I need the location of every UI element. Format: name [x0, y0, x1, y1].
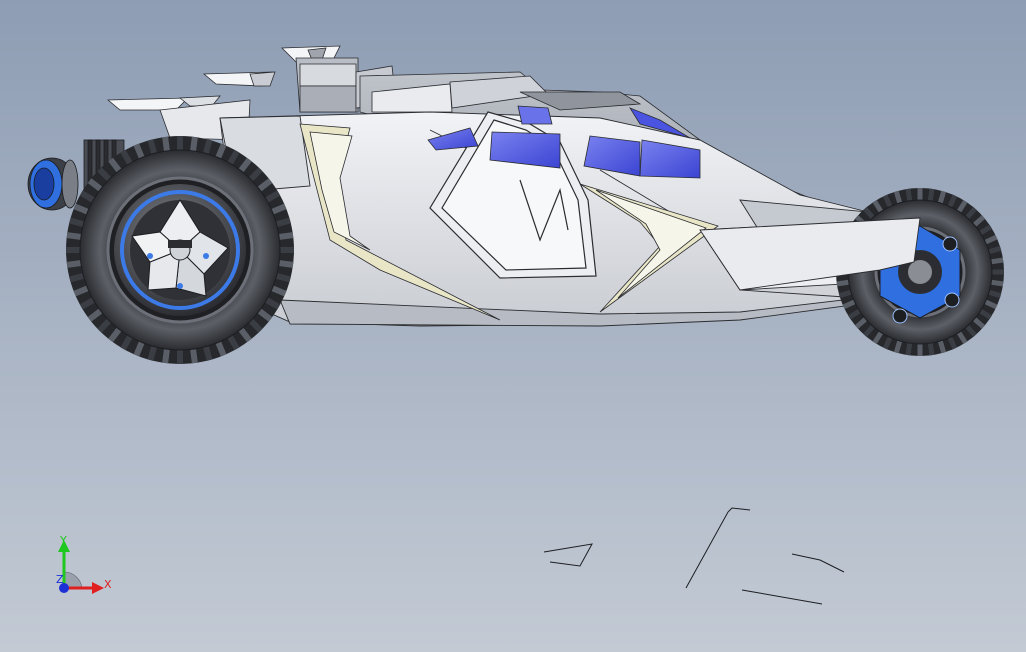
tire-lug	[838, 289, 852, 299]
tire-lug	[988, 245, 1002, 255]
tire-lug	[990, 257, 1004, 265]
tire-lug	[836, 279, 850, 287]
graphics-viewport[interactable]: Y X Z	[0, 0, 1026, 652]
tire-lug	[893, 190, 903, 204]
y-axis-label: Y	[59, 534, 67, 547]
tire-lug	[937, 190, 947, 204]
tire-lug	[937, 340, 947, 354]
tire-lug	[990, 279, 1004, 287]
rear-wheel	[66, 136, 294, 364]
x-axis-label: X	[104, 578, 112, 591]
tire-lug	[927, 188, 935, 202]
tire-lug	[988, 289, 1002, 299]
model-canvas[interactable]: Y X Z	[0, 0, 1026, 652]
z-axis-label: Z	[56, 573, 64, 586]
tire-lug	[905, 188, 913, 202]
tire-lug	[893, 340, 903, 354]
tire-lug	[927, 342, 935, 356]
tire-lug	[905, 342, 913, 356]
